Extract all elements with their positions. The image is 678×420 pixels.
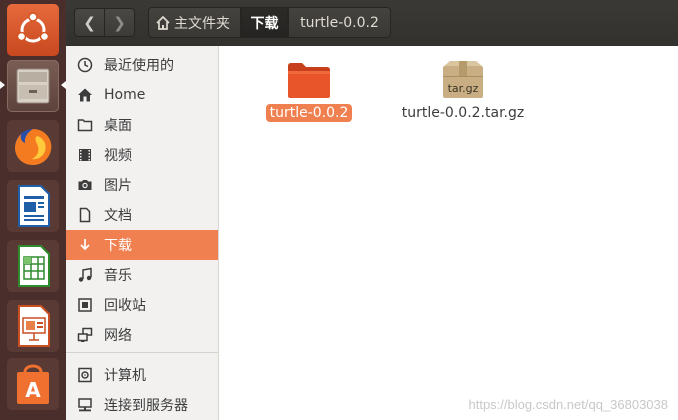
clock-icon [76,56,94,74]
sidebar-item-label: Home [104,87,146,103]
forward-arrow-icon: ❯ [113,13,126,32]
download-icon [76,236,94,254]
sidebar-item-videos[interactable]: 视频 [66,140,218,170]
folder-icon [76,116,94,134]
breadcrumb-label: 主文件夹 [174,15,230,32]
sidebar-item-network[interactable]: 网络 [66,320,218,350]
back-arrow-icon: ❮ [83,13,96,32]
ubuntu-dash-icon[interactable] [7,4,59,56]
document-icon [76,206,94,224]
sidebar-item-label: 最近使用的 [104,58,174,74]
sidebar-item-label: 计算机 [104,368,146,384]
sidebar-divider [66,352,218,353]
sidebar-item-home[interactable]: Home [66,80,218,110]
header-bar: ❮ ❯ 主文件夹 下载 turtle-0.0.2 [66,0,678,47]
breadcrumb-label: turtle-0.0.2 [300,14,379,31]
launcher: A [0,0,66,420]
sidebar: 最近使用的 Home 桌面 视频 图片 文档 下载 音乐 回收站 网络 计算机 … [66,46,219,420]
sidebar-item-label: 文档 [104,208,132,224]
breadcrumb-label: 下载 [250,15,279,32]
sidebar-item-label: 连接到服务器 [104,398,188,414]
breadcrumb-turtle[interactable]: turtle-0.0.2 [288,7,391,38]
sidebar-item-label: 下载 [104,238,132,254]
sidebar-item-trash[interactable]: 回收站 [66,290,218,320]
sidebar-item-label: 网络 [104,328,132,344]
music-icon [76,266,94,284]
archive-icon-text: tar.gz [448,82,479,95]
sidebar-item-recent[interactable]: 最近使用的 [66,50,218,80]
file-label: turtle-0.0.2.tar.gz [401,105,525,121]
firefox-icon[interactable] [7,120,59,172]
libreoffice-calc-icon[interactable] [7,240,59,292]
breadcrumb-home[interactable]: 主文件夹 [148,7,241,38]
video-icon [76,146,94,164]
breadcrumb-downloads[interactable]: 下载 [241,7,288,38]
file-item-archive[interactable]: tar.gz turtle-0.0.2.tar.gz [397,60,529,122]
sidebar-item-connect-server[interactable]: 连接到服务器 [66,390,218,420]
file-view: turtle-0.0.2 tar.gz turtle-0.0.2.tar.gz … [219,46,678,420]
home-icon [76,86,94,104]
server-icon [76,396,94,414]
network-icon [76,326,94,344]
sidebar-item-pictures[interactable]: 图片 [66,170,218,200]
file-item-folder[interactable]: turtle-0.0.2 [259,60,359,122]
watermark: https://blog.csdn.net/qq_36803038 [468,397,669,412]
forward-button[interactable]: ❯ [104,8,135,37]
libreoffice-writer-icon[interactable] [7,180,59,232]
sidebar-item-downloads[interactable]: 下载 [66,230,218,260]
sidebar-item-label: 视频 [104,148,132,164]
sidebar-item-label: 图片 [104,178,132,194]
sidebar-item-label: 桌面 [104,118,132,134]
sidebar-item-desktop[interactable]: 桌面 [66,110,218,140]
sidebar-item-computer[interactable]: 计算机 [66,360,218,390]
archive-icon: tar.gz [397,60,529,102]
sidebar-item-music[interactable]: 音乐 [66,260,218,290]
software-center-icon[interactable]: A [7,358,59,410]
trash-icon [76,296,94,314]
svg-text:A: A [25,378,41,402]
home-icon [155,15,171,31]
back-button[interactable]: ❮ [74,8,105,37]
libreoffice-impress-icon[interactable] [7,300,59,352]
file-label: turtle-0.0.2 [265,104,353,122]
active-indicator [0,81,5,89]
files-app-icon[interactable] [7,60,59,112]
folder-icon [259,60,359,102]
computer-icon [76,366,94,384]
sidebar-item-label: 回收站 [104,298,146,314]
sidebar-item-documents[interactable]: 文档 [66,200,218,230]
camera-icon [76,176,94,194]
sidebar-item-label: 音乐 [104,268,132,284]
